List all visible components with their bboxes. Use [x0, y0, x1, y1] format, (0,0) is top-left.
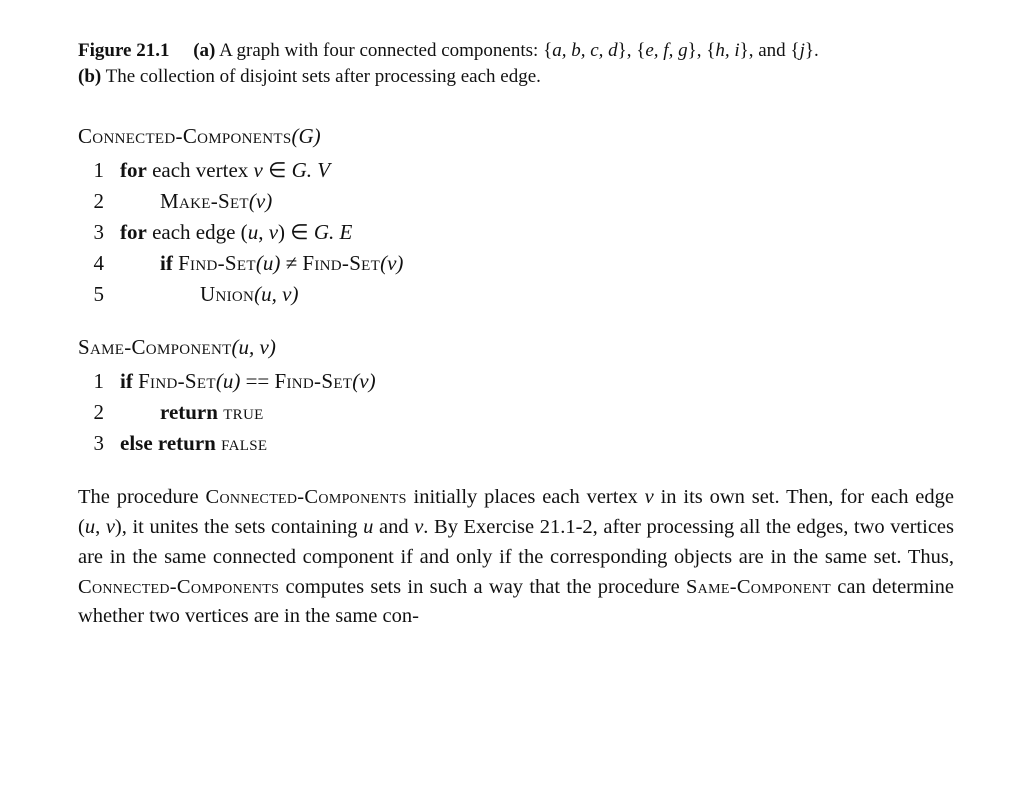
figure-part-b-text: The collection of disjoint sets after pr… — [101, 66, 541, 87]
keyword-for: for — [120, 220, 147, 244]
line-number: 4 — [78, 248, 104, 279]
procedure-2-args: (u, v) — [232, 335, 276, 359]
call-find-set: Find-Set — [302, 251, 380, 275]
var-v: v — [106, 516, 115, 538]
line-content: else return false — [120, 428, 267, 459]
ref-connected-components: Connected-Components — [206, 486, 407, 508]
var-v: v — [645, 486, 654, 508]
figure-part-a-label: (a) — [193, 40, 215, 61]
call-make-set: Make-Set — [160, 189, 249, 213]
text: each vertex — [147, 158, 254, 182]
call-arg: (u, v) — [254, 282, 298, 306]
proc1-line-5: 5 Union(u, v) — [78, 279, 954, 310]
keyword-if: if — [160, 251, 173, 275]
part-a-close: }. — [805, 40, 819, 61]
var-u: u — [85, 516, 95, 538]
proc1-line-1: 1 for each vertex v ∈ G. V — [78, 155, 954, 186]
line-content: Union(u, v) — [120, 279, 298, 310]
line-number: 5 — [78, 279, 104, 310]
line-number: 2 — [78, 397, 104, 428]
sep-3: }, and { — [740, 40, 800, 61]
line-content: Make-Set(v) — [120, 186, 272, 217]
keyword-return: return — [160, 400, 218, 424]
procedure-2-title: Same-Component(u, v) — [78, 334, 954, 362]
line-content: for each vertex v ∈ G. V — [120, 155, 330, 186]
var-u: u — [363, 516, 373, 538]
procedure-1-args: (G) — [292, 124, 321, 148]
line-number: 1 — [78, 366, 104, 397]
procedure-1-name: Connected-Components — [78, 124, 292, 148]
text: ∈ — [263, 158, 292, 182]
sep-2: }, { — [688, 40, 716, 61]
const-false: false — [221, 431, 267, 455]
text: computes sets in such a way that the pro… — [279, 576, 686, 598]
ref-connected-components: Connected-Components — [78, 576, 279, 598]
set-3: h, i — [715, 40, 739, 61]
proc1-line-3: 3 for each edge (u, v) ∈ G. E — [78, 217, 954, 248]
sep-1: }, { — [618, 40, 646, 61]
call-arg: (v) — [380, 251, 403, 275]
text: and — [373, 516, 414, 538]
proc1-line-4: 4 if Find-Set(u) ≠ Find-Set(v) — [78, 248, 954, 279]
var-v: v — [254, 158, 263, 182]
text: initially places each vertex — [407, 486, 645, 508]
keyword-return: return — [158, 431, 216, 455]
var-v: v — [269, 220, 278, 244]
proc2-line-2: 2 return true — [78, 397, 954, 428]
call-arg: (u) — [256, 251, 281, 275]
keyword-for: for — [120, 158, 147, 182]
var-v: v — [414, 516, 423, 538]
var-gv: G. V — [292, 158, 331, 182]
var-u: u — [248, 220, 259, 244]
line-content: if Find-Set(u) == Find-Set(v) — [120, 366, 376, 397]
var-ge: G. E — [314, 220, 353, 244]
op-neq: ≠ — [280, 251, 302, 275]
line-content: return true — [120, 397, 264, 428]
call-arg: (u) — [216, 369, 241, 393]
line-number: 3 — [78, 428, 104, 459]
text: , — [95, 516, 106, 538]
procedure-2-body: 1 if Find-Set(u) == Find-Set(v) 2 return… — [78, 366, 954, 459]
line-content: if Find-Set(u) ≠ Find-Set(v) — [120, 248, 403, 279]
text: ) ∈ — [278, 220, 314, 244]
call-find-set: Find-Set — [178, 251, 256, 275]
proc1-line-2: 2 Make-Set(v) — [78, 186, 954, 217]
call-arg: (v) — [352, 369, 375, 393]
call-find-set: Find-Set — [275, 369, 353, 393]
call-union: Union — [200, 282, 254, 306]
proc2-line-1: 1 if Find-Set(u) == Find-Set(v) — [78, 366, 954, 397]
procedure-1-body: 1 for each vertex v ∈ G. V 2 Make-Set(v)… — [78, 155, 954, 310]
text: ), it unites the sets containing — [115, 516, 363, 538]
figure-part-a-text-1: A graph with four connected components: … — [215, 40, 552, 61]
text: each edge ( — [147, 220, 248, 244]
figure-label: Figure 21.1 — [78, 40, 169, 61]
body-paragraph: The procedure Connected-Components initi… — [78, 483, 954, 632]
op-eq: == — [240, 369, 274, 393]
page: Figure 21.1 (a) A graph with four connec… — [0, 0, 1024, 672]
text: The procedure — [78, 486, 206, 508]
line-number: 2 — [78, 186, 104, 217]
procedure-1-title: Connected-Components(G) — [78, 123, 954, 151]
ref-same-component: Same-Component — [686, 576, 831, 598]
figure-part-b-label: (b) — [78, 66, 101, 87]
text: , — [258, 220, 269, 244]
keyword-else: else — [120, 431, 153, 455]
line-content: for each edge (u, v) ∈ G. E — [120, 217, 352, 248]
keyword-if: if — [120, 369, 133, 393]
line-number: 1 — [78, 155, 104, 186]
figure-caption: Figure 21.1 (a) A graph with four connec… — [78, 38, 954, 89]
const-true: true — [223, 400, 263, 424]
set-2: e, f, g — [645, 40, 687, 61]
set-1: a, b, c, d — [552, 40, 617, 61]
proc2-line-3: 3 else return false — [78, 428, 954, 459]
call-find-set: Find-Set — [138, 369, 216, 393]
call-arg: (v) — [249, 189, 272, 213]
procedure-2-name: Same-Component — [78, 335, 232, 359]
line-number: 3 — [78, 217, 104, 248]
